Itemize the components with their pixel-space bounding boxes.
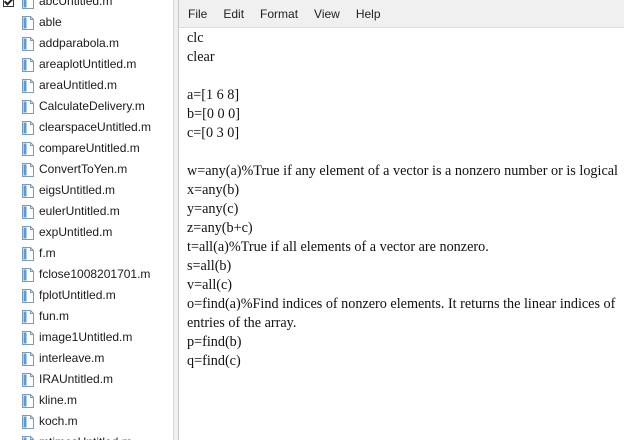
file-icon bbox=[22, 330, 34, 345]
file-icon bbox=[22, 435, 34, 440]
file-icon bbox=[22, 414, 34, 429]
code-line: q=find(c) bbox=[187, 353, 241, 369]
file-icon bbox=[22, 267, 34, 282]
file-icon bbox=[22, 225, 34, 240]
file-name: fclose1008201701.m bbox=[39, 267, 151, 281]
code-line: a=[1 6 8] bbox=[187, 87, 240, 103]
file-item[interactable]: eigsUntitled.m bbox=[0, 180, 172, 201]
menu-file[interactable]: File bbox=[179, 0, 215, 28]
file-icon bbox=[22, 204, 34, 219]
file-item[interactable]: abcUntitled.m bbox=[0, 0, 172, 12]
code-line: b=[0 0 0] bbox=[187, 106, 240, 122]
file-icon bbox=[22, 0, 34, 9]
file-name: CalculateDelivery.m bbox=[39, 99, 145, 113]
file-name: areaplotUntitled.m bbox=[39, 57, 137, 71]
code-line: clear bbox=[187, 49, 215, 65]
file-name: image1Untitled.m bbox=[39, 330, 133, 344]
file-icon bbox=[22, 57, 34, 72]
code-line: w=any(a)%True if any element of a vector… bbox=[187, 163, 618, 179]
file-item[interactable]: image1Untitled.m bbox=[0, 327, 172, 348]
file-icon bbox=[22, 246, 34, 261]
file-name: IRAUntitled.m bbox=[39, 372, 114, 386]
file-item[interactable]: addparabola.m bbox=[0, 33, 172, 54]
code-line: t=all(a)%True if all elements of a vecto… bbox=[187, 239, 489, 255]
file-name: expUntitled.m bbox=[39, 225, 113, 239]
file-name: ConvertToYen.m bbox=[39, 162, 128, 176]
file-name: abcUntitled.m bbox=[39, 0, 113, 8]
file-item[interactable]: fun.m bbox=[0, 306, 172, 327]
file-name: addparabola.m bbox=[39, 36, 120, 50]
file-item[interactable]: areaUntitled.m bbox=[0, 75, 172, 96]
file-icon bbox=[22, 141, 34, 156]
editor-content: clc clear a=[1 6 8] b=[0 0 0] c=[0 3 0] w=any… bbox=[187, 29, 618, 371]
file-name: koch.m bbox=[39, 414, 78, 428]
checkbox[interactable] bbox=[3, 0, 14, 7]
file-name: eulerUntitled.m bbox=[39, 204, 120, 218]
file-icon bbox=[22, 309, 34, 324]
file-name: kline.m bbox=[39, 393, 78, 407]
file-icon bbox=[22, 162, 34, 177]
code-line: s=all(b) bbox=[187, 258, 232, 274]
menu-format[interactable]: Format bbox=[252, 0, 306, 28]
file-item[interactable]: koch.m bbox=[0, 411, 172, 432]
file-item[interactable]: CalculateDelivery.m bbox=[0, 96, 172, 117]
file-item[interactable]: able bbox=[0, 12, 172, 33]
file-name: areaUntitled.m bbox=[39, 78, 118, 92]
file-icon bbox=[22, 99, 34, 114]
file-icon bbox=[22, 393, 34, 408]
file-icon bbox=[22, 78, 34, 93]
file-list: abcUntitled.m able addparabola.m areaplotUn… bbox=[0, 0, 172, 440]
file-item[interactable]: mtimesUntitled.m bbox=[0, 432, 172, 440]
file-name: eigsUntitled.m bbox=[39, 183, 116, 197]
menu-view[interactable]: View bbox=[306, 0, 348, 28]
code-line: c=[0 3 0] bbox=[187, 125, 240, 141]
file-icon bbox=[22, 36, 34, 51]
code-line: x=any(b) bbox=[187, 182, 240, 198]
code-line: v=all(c) bbox=[187, 277, 233, 293]
code-line: entries of the array. bbox=[187, 315, 297, 331]
file-item[interactable]: expUntitled.m bbox=[0, 222, 172, 243]
file-name: interleave.m bbox=[39, 351, 105, 365]
code-line: y=any(c) bbox=[187, 201, 239, 217]
notepad-window: File Edit Format View Help clc clear a=[1 6 8]… bbox=[179, 0, 624, 440]
file-item[interactable]: fplotUntitled.m bbox=[0, 285, 172, 306]
file-item[interactable]: compareUntitled.m bbox=[0, 138, 172, 159]
file-icon bbox=[22, 15, 34, 30]
file-list-pane: abcUntitled.m able addparabola.m areaplotUn… bbox=[0, 0, 172, 440]
menu-bar: File Edit Format View Help bbox=[179, 0, 624, 28]
file-icon bbox=[22, 183, 34, 198]
menu-help[interactable]: Help bbox=[348, 0, 389, 28]
file-icon bbox=[22, 120, 34, 135]
file-name: compareUntitled.m bbox=[39, 141, 140, 155]
file-name: f.m bbox=[39, 246, 56, 260]
file-item[interactable]: fclose1008201701.m bbox=[0, 264, 172, 285]
file-name: fplotUntitled.m bbox=[39, 288, 116, 302]
menu-edit[interactable]: Edit bbox=[215, 0, 252, 28]
code-line: z=any(b+c) bbox=[187, 220, 253, 236]
file-item[interactable]: IRAUntitled.m bbox=[0, 369, 172, 390]
file-item[interactable]: ConvertToYen.m bbox=[0, 159, 172, 180]
file-item[interactable]: areaplotUntitled.m bbox=[0, 54, 172, 75]
file-icon bbox=[22, 372, 34, 387]
text-editor[interactable]: clc clear a=[1 6 8] b=[0 0 0] c=[0 3 0] w=any… bbox=[179, 28, 624, 440]
file-name: fun.m bbox=[39, 309, 70, 323]
file-item[interactable]: interleave.m bbox=[0, 348, 172, 369]
file-item[interactable]: kline.m bbox=[0, 390, 172, 411]
file-item[interactable]: eulerUntitled.m bbox=[0, 201, 172, 222]
file-name: mtimesUntitled.m bbox=[39, 432, 132, 440]
file-item[interactable]: clearspaceUntitled.m bbox=[0, 117, 172, 138]
file-icon bbox=[22, 351, 34, 366]
code-line: clc bbox=[187, 30, 204, 46]
code-line: o=find(a)%Find indices of nonzero elemen… bbox=[187, 296, 616, 312]
file-icon bbox=[22, 288, 34, 303]
file-name: clearspaceUntitled.m bbox=[39, 120, 152, 134]
file-item[interactable]: f.m bbox=[0, 243, 172, 264]
file-name: able bbox=[39, 15, 62, 29]
code-line: p=find(b) bbox=[187, 334, 242, 350]
